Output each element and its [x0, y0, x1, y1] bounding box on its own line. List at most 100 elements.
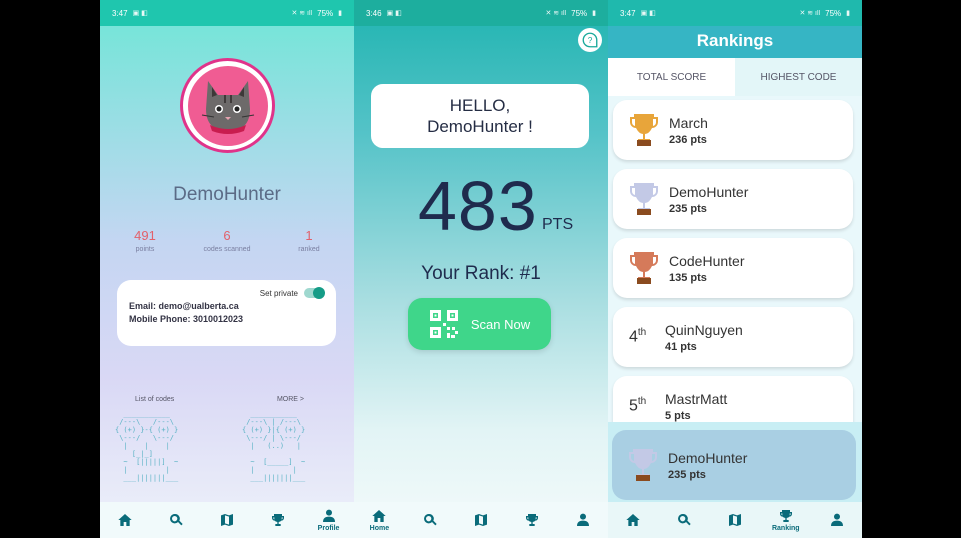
nav-ranking[interactable]: [512, 512, 552, 529]
map-icon: [728, 513, 741, 526]
home-icon: [626, 513, 641, 526]
person-icon: [576, 513, 589, 526]
search-icon: [678, 513, 691, 525]
set-private-label: Set private: [259, 288, 298, 298]
player-name: March: [669, 114, 708, 131]
trophy-icon: [779, 510, 792, 522]
greeting-card: HELLO, DemoHunter !: [371, 84, 589, 148]
rank-row-4[interactable]: 4th QuinNguyen 41 pts: [613, 307, 853, 367]
rank-row-2[interactable]: DemoHunter 235 pts: [613, 169, 853, 229]
silver-trophy-icon: [629, 449, 657, 481]
help-button[interactable]: ?: [578, 28, 602, 52]
scan-now-button[interactable]: Scan Now: [408, 298, 551, 350]
status-bar: 3:47 ▣ ◧ ✕ ≋ ıll 75% ▮: [100, 0, 354, 26]
nav-label: Home: [369, 525, 390, 532]
nav-ranking[interactable]: [258, 512, 298, 529]
code-visual-1[interactable]: ___________ /---\ /---\ { (+) }-{ (+) } …: [115, 410, 178, 482]
gold-trophy-icon: [630, 114, 658, 146]
set-private-toggle[interactable]: [304, 287, 325, 299]
player-score: 135 pts: [669, 271, 707, 284]
home-icon: [372, 510, 387, 522]
svg-text:?: ?: [588, 36, 593, 45]
notification-icon: ▣ ◧: [640, 10, 656, 17]
nav-profile[interactable]: [563, 512, 603, 529]
nav-home[interactable]: Home: [359, 508, 399, 532]
set-private-row: Set private: [129, 287, 325, 299]
player-score: 236 pts: [669, 133, 707, 146]
person-icon: [830, 513, 843, 526]
stat-value: 1: [305, 228, 313, 243]
notification-icon: ▣ ◧: [132, 10, 148, 17]
player-score: 235 pts: [669, 202, 707, 215]
rank-list[interactable]: March 236 pts DemoHunter 235 pts CodeHunte…: [608, 96, 862, 422]
greeting-line: HELLO,: [449, 96, 511, 115]
nav-map[interactable]: [715, 512, 755, 529]
codes-header: List of codes MORE >: [100, 396, 354, 403]
list-of-codes-label: List of codes: [135, 396, 175, 403]
signal-icon: ✕ ≋ ıll: [799, 10, 821, 17]
stat-codes-scanned: 6 codes scanned: [192, 228, 262, 253]
tab-total-score[interactable]: TOTAL SCORE: [608, 58, 735, 96]
notification-icon: ▣ ◧: [386, 10, 402, 17]
status-time: 3:47: [112, 8, 128, 18]
points-unit: PTS: [542, 216, 574, 233]
more-link[interactable]: MORE >: [277, 396, 304, 403]
trophy-icon: [271, 513, 284, 526]
nav-search[interactable]: [410, 512, 450, 529]
battery-icon: ▮: [338, 10, 342, 17]
profile-stats: 491 points 6 codes scanned 1 ranked: [110, 228, 344, 253]
stat-ranked: 1 ranked: [274, 228, 344, 253]
bottom-nav: Home: [354, 502, 608, 538]
status-bar: 3:46 ▣ ◧ ✕ ≋ ıll 75% ▮: [354, 0, 608, 26]
greeting-username: DemoHunter !: [427, 117, 533, 136]
nav-map[interactable]: [461, 512, 501, 529]
signal-icon: ✕ ≋ ıll: [545, 10, 567, 17]
nav-home[interactable]: [613, 512, 653, 529]
rank-suffix: th: [637, 396, 647, 408]
current-user-rank-card[interactable]: DemoHunter 235 pts: [612, 430, 856, 500]
silver-trophy-icon: [630, 183, 658, 215]
nav-profile[interactable]: Profile: [309, 508, 349, 532]
stat-label: ranked: [298, 246, 320, 253]
player-name: MastrMatt: [665, 390, 728, 407]
search-icon: [424, 513, 437, 525]
rank-row-1[interactable]: March 236 pts: [613, 100, 853, 160]
code-visual-2[interactable]: ___________ /---\ | /---\ { (+) }|{ (+) …: [242, 410, 305, 482]
rank-suffix: th: [637, 327, 647, 339]
nav-search[interactable]: [664, 512, 704, 529]
cat-avatar-icon: [187, 65, 268, 146]
battery-level: 75%: [825, 8, 842, 18]
rank-row-5[interactable]: 5th MastrMatt 5 pts: [613, 376, 853, 422]
nav-profile[interactable]: [817, 512, 857, 529]
phone-text: Mobile Phone: 3010012023: [129, 314, 244, 324]
nav-label: Profile: [317, 525, 340, 532]
map-icon: [474, 513, 487, 526]
search-icon: [170, 513, 183, 525]
nav-label: Ranking: [771, 525, 800, 532]
bronze-trophy-icon: [630, 252, 658, 284]
current-user-panel: DemoHunter 235 pts: [608, 422, 862, 504]
nav-home[interactable]: [105, 512, 145, 529]
avatar[interactable]: [180, 58, 275, 153]
tab-highest-code[interactable]: HIGHEST CODE: [735, 58, 862, 96]
nav-map[interactable]: [207, 512, 247, 529]
home-screen: 3:46 ▣ ◧ ✕ ≋ ıll 75% ▮ ? HELLO, DemoHunter …: [354, 0, 608, 538]
nav-ranking[interactable]: Ranking: [766, 508, 806, 532]
nav-search[interactable]: [156, 512, 196, 529]
rank-number: 4: [629, 328, 638, 346]
rankings-screen: 3:47 ▣ ◧ ✕ ≋ ıll 75% ▮ Rankings TOTAL SCORE…: [608, 0, 862, 538]
player-name: QuinNguyen: [665, 321, 743, 338]
player-name: CodeHunter: [669, 252, 745, 269]
rank-number: 5: [629, 397, 638, 415]
qr-code-icon: [429, 310, 458, 338]
signal-icon: ✕ ≋ ıll: [291, 10, 313, 17]
contact-info-card: Set private Email: demo@ualberta.ca Mobi…: [117, 280, 336, 346]
bottom-nav: Ranking: [608, 502, 862, 538]
trophy-icon: [525, 513, 538, 526]
battery-level: 75%: [571, 8, 588, 18]
battery-icon: ▮: [846, 10, 850, 17]
status-time: 3:46: [366, 8, 382, 18]
player-name: DemoHunter: [669, 183, 749, 200]
rank-row-3[interactable]: CodeHunter 135 pts: [613, 238, 853, 298]
points-total: 483: [418, 167, 538, 245]
